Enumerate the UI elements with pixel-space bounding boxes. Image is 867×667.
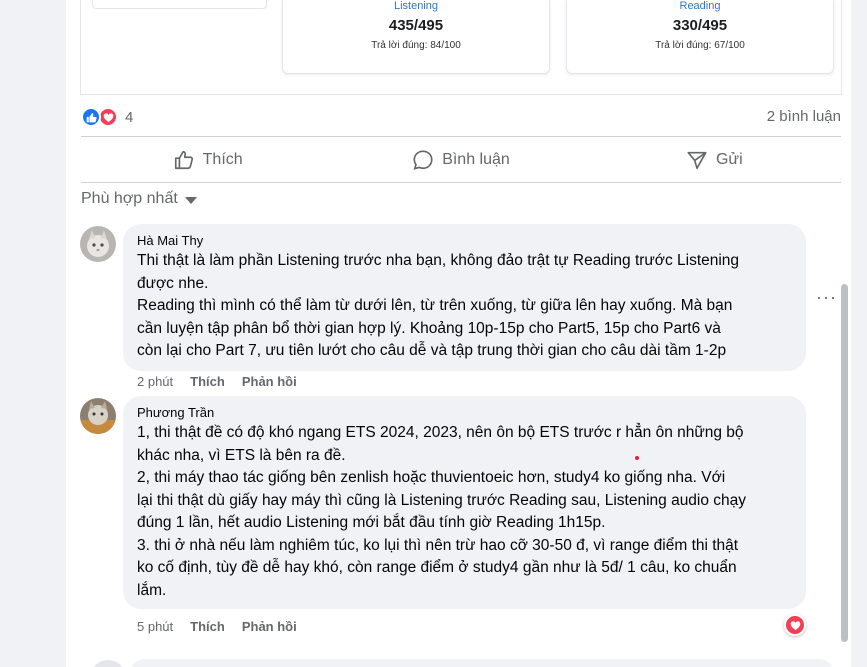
comment-text: 1, thi thật đề có độ khó ngang ETS 2024,… <box>137 424 747 599</box>
comment-button-label: Bình luận <box>442 151 510 168</box>
comment-meta: 5 phút Thích Phản hồi <box>137 619 314 634</box>
shared-result-card[interactable]: Listening 435/495 Trả lời đúng: 84/100 R… <box>80 0 842 95</box>
avatar[interactable] <box>80 226 116 262</box>
comment-button[interactable]: Bình luận <box>334 138 587 182</box>
thumbs-up-icon <box>174 150 193 170</box>
comment-like-button[interactable]: Thích <box>190 374 225 389</box>
like-button-label: Thích <box>202 151 243 168</box>
more-options-icon[interactable]: ··· <box>816 287 837 308</box>
comment-bubble: Phương Trần 1, thi thật đề có độ khó nga… <box>123 396 806 609</box>
avatar[interactable] <box>90 660 126 667</box>
comment-text: Thi thật là làm phần Listening trước nha… <box>137 252 740 359</box>
like-button[interactable]: Thích <box>81 138 334 182</box>
comment-time[interactable]: 5 phút <box>137 619 173 634</box>
sort-label: Phù hợp nhất <box>81 190 178 207</box>
shared-card-left-panel <box>92 0 267 9</box>
heart-icon[interactable] <box>784 614 806 636</box>
comment-author[interactable]: Hà Mai Thy <box>137 233 792 248</box>
send-button[interactable]: Gửi <box>588 138 841 182</box>
comment-sort-dropdown[interactable]: Phù hợp nhất <box>81 190 197 208</box>
reaction-summary[interactable]: 4 <box>81 106 133 128</box>
send-button-label: Gửi <box>715 151 743 168</box>
love-reaction-icon <box>98 107 118 127</box>
action-bar: Thích Bình luận Gửi <box>81 138 841 182</box>
comment-bubble: Hà Mai Thy Thi thật là làm phần Listenin… <box>123 224 806 371</box>
comment-reply-button[interactable]: Phản hồi <box>242 619 297 634</box>
listening-label: Listening <box>393 0 439 12</box>
comment-reply-button[interactable]: Phản hồi <box>242 374 297 389</box>
reaction-count: 4 <box>125 108 134 126</box>
reading-score-box: Reading 330/495 Trả lời đúng: 67/100 <box>566 0 834 74</box>
cursor-dot <box>635 456 639 460</box>
comment-count[interactable]: 2 bình luận <box>767 108 841 125</box>
listening-score: 435/495 <box>388 17 444 34</box>
comment-meta: 2 phút Thích Phản hồi <box>137 374 314 389</box>
comment-author[interactable]: Phương Trần <box>137 405 792 420</box>
chevron-down-icon <box>184 196 197 204</box>
comment-bubble <box>130 659 834 667</box>
listening-score-box: Listening 435/495 Trả lời đúng: 84/100 <box>282 0 550 74</box>
send-icon <box>687 151 707 170</box>
listening-correct: Trả lời đúng: 84/100 <box>371 40 461 51</box>
like-reaction-icon <box>81 107 101 127</box>
comment-like-button[interactable]: Thích <box>190 619 225 634</box>
divider-top <box>81 136 841 137</box>
reading-label: Reading <box>679 0 721 12</box>
divider-bottom <box>81 182 841 183</box>
avatar[interactable] <box>80 398 116 434</box>
scrollbar-thumb[interactable] <box>841 284 848 642</box>
post-container: Listening 435/495 Trả lời đúng: 84/100 R… <box>66 0 851 667</box>
reading-correct: Trả lời đúng: 67/100 <box>655 40 745 51</box>
comment-time[interactable]: 2 phút <box>137 374 173 389</box>
reading-score: 330/495 <box>672 17 728 34</box>
speech-bubble-icon <box>413 150 433 170</box>
